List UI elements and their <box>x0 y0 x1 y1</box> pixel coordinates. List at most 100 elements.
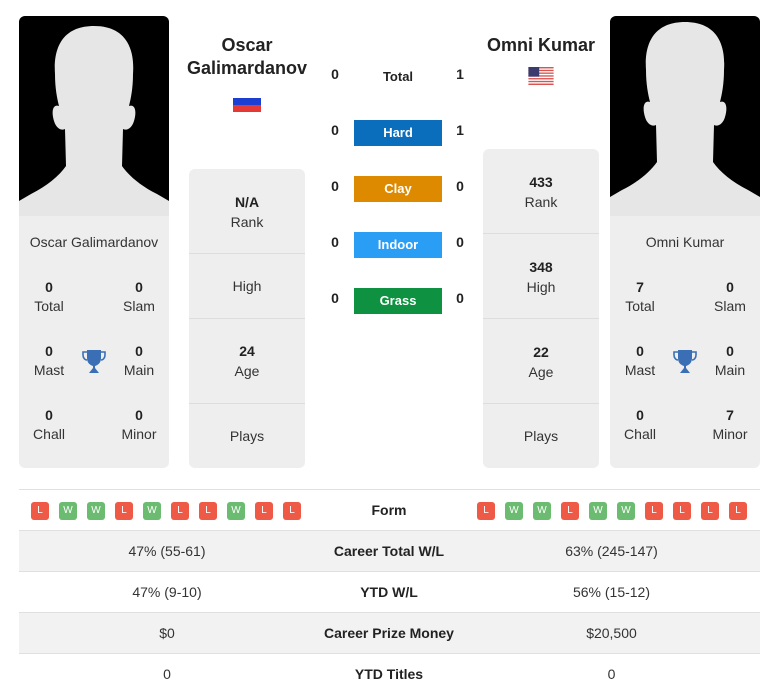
form-loss-badge[interactable]: L <box>729 502 747 520</box>
right-form-list: LWWLWWLLLL <box>477 502 747 520</box>
titles-chall-value: 0 <box>636 407 644 423</box>
left-titles-main: 0 Main <box>109 342 169 380</box>
right-value: 63% (245-147) <box>565 543 658 559</box>
age-value: 24 <box>239 343 255 359</box>
trophy-icon <box>82 350 106 373</box>
h2h-hard-right: 1 <box>456 122 464 138</box>
left-age: 24 Age <box>189 318 305 403</box>
left-rank: N/A Rank <box>189 169 305 253</box>
form-loss-badge[interactable]: L <box>255 502 273 520</box>
h2h-clay-right: 0 <box>456 178 464 194</box>
titles-main-value: 0 <box>135 343 143 359</box>
right-value: 56% (15-12) <box>572 584 651 600</box>
right-titles-chall: 0 Chall <box>610 406 670 444</box>
titles-total-value: 7 <box>636 279 644 295</box>
left-value: 47% (55-61) <box>128 543 206 559</box>
right-value: 0 <box>607 666 616 682</box>
form-win-badge[interactable]: W <box>143 502 161 520</box>
form-win-badge[interactable]: W <box>589 502 607 520</box>
form-loss-badge[interactable]: L <box>645 502 663 520</box>
titles-slam-value: 0 <box>726 279 734 295</box>
titles-minor-value: 7 <box>726 407 734 423</box>
form-win-badge[interactable]: W <box>505 502 523 520</box>
rank-value: N/A <box>234 194 260 210</box>
left-player-card: Oscar Galimardanov 0 Total 0 Slam 0 Mast… <box>19 16 169 468</box>
left-info-card: N/A Rank High 24 Age Plays <box>189 169 305 468</box>
form-win-badge[interactable]: W <box>533 502 551 520</box>
h2h-indoor-right: 0 <box>456 234 464 250</box>
right-player-card: Omni Kumar 7 Total 0 Slam 0 Mast 0 Main … <box>610 16 760 468</box>
surface-hard-badge[interactable]: Hard <box>354 120 442 146</box>
left-titles-minor: 0 Minor <box>109 406 169 444</box>
right-high: 348 High <box>483 233 599 318</box>
h2h-hard-left: 0 <box>331 122 339 138</box>
titles-chall-label: Chall <box>33 426 65 442</box>
right-player-title[interactable]: Omni Kumar <box>474 34 608 57</box>
player-silhouette-icon <box>19 26 169 216</box>
high-label: High <box>232 278 262 294</box>
right-age: 22 Age <box>483 318 599 403</box>
usa-flag-icon <box>528 67 554 85</box>
form-loss-badge[interactable]: L <box>673 502 691 520</box>
left-player-title[interactable]: Oscar Galimardanov <box>180 34 314 80</box>
rank-value: 433 <box>529 174 553 190</box>
form-win-badge[interactable]: W <box>617 502 635 520</box>
titles-total-value: 0 <box>45 279 53 295</box>
form-loss-badge[interactable]: L <box>701 502 719 520</box>
h2h-indoor-left: 0 <box>331 234 339 250</box>
left-titles-slam: 0 Slam <box>109 278 169 316</box>
surface-indoor-badge[interactable]: Indoor <box>354 232 442 258</box>
h2h-clay-left: 0 <box>331 178 339 194</box>
trophy-icon <box>673 350 697 373</box>
left-value: 0 <box>163 666 171 682</box>
form-loss-badge[interactable]: L <box>171 502 189 520</box>
form-win-badge[interactable]: W <box>227 502 245 520</box>
titles-slam-label: Slam <box>123 298 155 314</box>
form-label: Form <box>371 502 407 518</box>
form-loss-badge[interactable]: L <box>199 502 217 520</box>
titles-mast-value: 0 <box>636 343 644 359</box>
rank-label: Rank <box>230 214 264 230</box>
titles-slam-value: 0 <box>135 279 143 295</box>
left-titles-chall: 0 Chall <box>19 406 79 444</box>
right-titles-main: 0 Main <box>700 342 760 380</box>
titles-chall-label: Chall <box>624 426 656 442</box>
surface-clay-badge[interactable]: Clay <box>354 176 442 202</box>
left-player-photo <box>19 16 169 216</box>
titles-main-value: 0 <box>726 343 734 359</box>
form-loss-badge[interactable]: L <box>115 502 133 520</box>
form-loss-badge[interactable]: L <box>283 502 301 520</box>
right-info-card: 433 Rank 348 High 22 Age Plays <box>483 149 599 468</box>
form-win-badge[interactable]: W <box>87 502 105 520</box>
form-loss-badge[interactable]: L <box>477 502 495 520</box>
stats-comparison-table: LWWLWLLWLL Form LWWLWWLLLL 47% (55-61) C… <box>19 489 760 694</box>
form-loss-badge[interactable]: L <box>31 502 49 520</box>
left-form-list: LWWLWLLWLL <box>31 502 301 520</box>
h2h-total-label: Total <box>382 69 414 84</box>
left-player-title-line2: Galimardanov <box>186 58 308 78</box>
form-row: LWWLWLLWLL Form LWWLWWLLLL <box>19 489 760 530</box>
table-row: 47% (9-10) YTD W/L 56% (15-12) <box>19 571 760 612</box>
left-high: High <box>189 253 305 318</box>
row-label: YTD Titles <box>354 666 424 682</box>
row-label: Career Total W/L <box>333 543 445 559</box>
titles-mast-value: 0 <box>45 343 53 359</box>
form-loss-badge[interactable]: L <box>561 502 579 520</box>
right-player-name[interactable]: Omni Kumar <box>610 234 760 250</box>
surface-grass-badge[interactable]: Grass <box>354 288 442 314</box>
age-value: 22 <box>533 344 549 360</box>
left-value: 47% (9-10) <box>132 584 202 600</box>
right-plays: Plays <box>483 403 599 468</box>
left-titles-mast: 0 Mast <box>19 342 79 380</box>
titles-minor-value: 0 <box>135 407 143 423</box>
titles-main-label: Main <box>123 362 155 378</box>
titles-slam-label: Slam <box>714 298 746 314</box>
left-player-name[interactable]: Oscar Galimardanov <box>19 234 169 250</box>
right-titles-total: 7 Total <box>610 278 670 316</box>
titles-main-label: Main <box>714 362 746 378</box>
age-label: Age <box>234 363 260 379</box>
table-row: 0 YTD Titles 0 <box>19 653 760 694</box>
row-label: YTD W/L <box>360 584 418 600</box>
table-row: $0 Career Prize Money $20,500 <box>19 612 760 653</box>
form-win-badge[interactable]: W <box>59 502 77 520</box>
